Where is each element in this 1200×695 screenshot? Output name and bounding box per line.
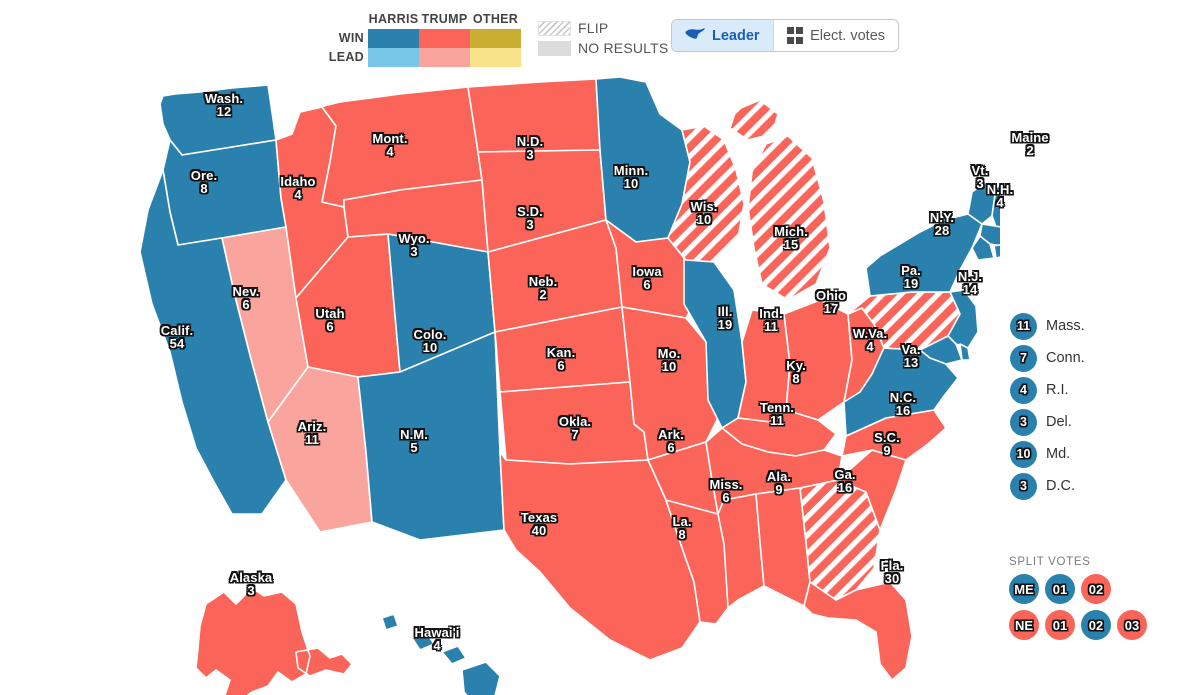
small-state-ev-bubble: 3 xyxy=(1010,472,1037,500)
split-vote-bubble[interactable]: NE xyxy=(1009,610,1039,640)
split-votes-title: SPLIT VOTES xyxy=(1009,556,1091,568)
small-states-legend: 11 Mass. 7 Conn. 4 R.I. 3 Del. 10 Md. 3 D.C. xyxy=(1010,310,1085,502)
state-ri[interactable] xyxy=(993,243,1000,259)
color-key-header-row: HARRIS TRUMP OTHER xyxy=(322,12,521,29)
state-ny[interactable] xyxy=(865,213,983,297)
split-vote-bubble[interactable]: 02 xyxy=(1081,610,1111,640)
small-state-ev-bubble: 7 xyxy=(1010,344,1037,372)
small-state-row[interactable]: 10 Md. xyxy=(1010,438,1085,470)
small-state-name: Mass. xyxy=(1046,318,1085,334)
color-key-row-win: WIN xyxy=(322,29,521,48)
small-state-row[interactable]: 11 Mass. xyxy=(1010,310,1085,342)
state-hi[interactable] xyxy=(381,613,501,695)
flip-pattern-swatch xyxy=(538,20,571,36)
color-key-col-trump: TRUMP xyxy=(421,12,468,26)
small-state-row[interactable]: 4 R.I. xyxy=(1010,374,1085,406)
state-ok[interactable] xyxy=(499,381,649,465)
small-state-row[interactable]: 3 D.C. xyxy=(1010,470,1085,502)
split-votes-row: NE 01 02 03 xyxy=(1009,610,1147,640)
us-map-icon xyxy=(685,27,705,44)
small-state-name: D.C. xyxy=(1046,478,1075,494)
state-fl[interactable] xyxy=(803,581,913,681)
view-mode-toggle[interactable]: Leader Elect. votes xyxy=(671,19,900,52)
us-electoral-map[interactable] xyxy=(0,52,1000,695)
small-state-row[interactable]: 3 Del. xyxy=(1010,406,1085,438)
small-state-ev-bubble: 4 xyxy=(1010,376,1037,404)
split-votes-legend: SPLIT VOTES ME 01 02 NE 01 02 03 xyxy=(1009,556,1147,646)
state-oh[interactable] xyxy=(783,299,853,421)
state-nd[interactable] xyxy=(467,78,601,153)
small-state-name: R.I. xyxy=(1046,382,1069,398)
state-or[interactable] xyxy=(162,139,287,246)
toggle-option-leader[interactable]: Leader xyxy=(672,20,773,51)
election-map-page: HARRIS TRUMP OTHER WIN LEAD FLIP NO RESU… xyxy=(0,0,1200,695)
split-vote-bubble[interactable]: 02 xyxy=(1081,574,1111,604)
small-state-ev-bubble: 3 xyxy=(1010,408,1037,436)
color-key-col-harris: HARRIS xyxy=(368,12,419,26)
color-key-col-other: OTHER xyxy=(472,12,519,26)
split-vote-bubble[interactable]: ME xyxy=(1009,574,1039,604)
swatch-other-win xyxy=(470,29,521,48)
small-state-name: Del. xyxy=(1046,414,1072,430)
small-state-name: Conn. xyxy=(1046,350,1085,366)
grid-icon xyxy=(786,27,804,44)
small-state-name: Md. xyxy=(1046,446,1071,462)
small-state-ev-bubble: 10 xyxy=(1010,440,1037,468)
pattern-key-row-flip: FLIP xyxy=(538,18,668,38)
color-key-corner-spacer xyxy=(322,12,368,29)
split-votes-rows: ME 01 02 NE 01 02 03 xyxy=(1009,574,1147,640)
state-mi[interactable] xyxy=(729,99,831,301)
swatch-harris-win xyxy=(368,29,419,48)
flip-label: FLIP xyxy=(578,20,609,36)
toggle-option-elect-votes[interactable]: Elect. votes xyxy=(772,20,898,51)
color-key-row-label-win: WIN xyxy=(338,31,364,45)
split-votes-row: ME 01 02 xyxy=(1009,574,1147,604)
small-state-row[interactable]: 7 Conn. xyxy=(1010,342,1085,374)
small-state-ev-bubble: 11 xyxy=(1010,312,1037,340)
swatch-trump-win xyxy=(419,29,470,48)
state-in[interactable] xyxy=(737,309,791,423)
state-label-name: Maine xyxy=(1011,129,1049,145)
split-vote-bubble[interactable]: 01 xyxy=(1045,574,1075,604)
split-vote-bubble[interactable]: 03 xyxy=(1117,610,1147,640)
state-ak[interactable] xyxy=(195,587,353,695)
state-label-electoral-votes: 2 xyxy=(1026,143,1034,158)
split-vote-bubble[interactable]: 01 xyxy=(1045,610,1075,640)
state-label-me: Maine 2 xyxy=(1011,129,1049,158)
toggle-option-leader-label: Leader xyxy=(712,27,760,44)
toggle-option-elect-votes-label: Elect. votes xyxy=(810,27,886,44)
